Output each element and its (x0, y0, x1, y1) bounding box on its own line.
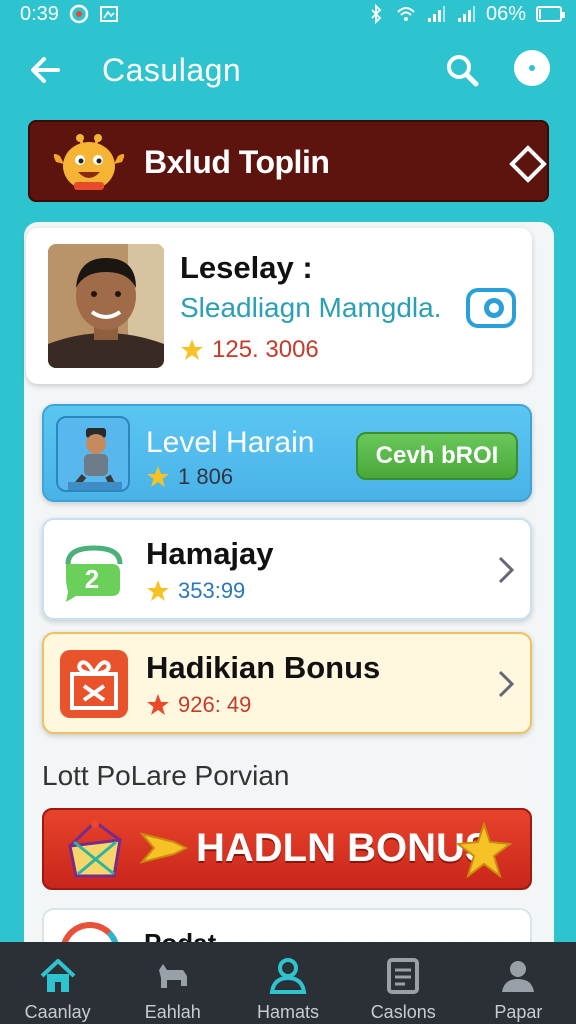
chat-badge-icon: 2 (65, 545, 123, 602)
bluetooth-icon (371, 4, 382, 24)
list-item-value-text: 926: 49 (178, 692, 252, 717)
list-item-value: 926: 49 (146, 692, 251, 718)
people-icon (269, 958, 307, 994)
app-bar: Casulagn (0, 38, 576, 102)
chevron-right-icon (498, 670, 515, 698)
nav-item-home[interactable]: Caanlay (0, 942, 115, 1024)
signal-icon (427, 6, 445, 22)
level-card[interactable]: Level Harain 1 806 Cevh bROI (42, 404, 532, 502)
star-icon (140, 832, 188, 864)
notification-icon (69, 4, 89, 24)
chevron-right-icon (498, 556, 515, 584)
battery-percent: 06% (485, 2, 526, 25)
toggle-icon[interactable] (466, 288, 516, 328)
back-arrow-icon[interactable] (26, 50, 66, 90)
nav-label: Eahlah (144, 1002, 201, 1022)
top-banner[interactable]: Bxlud Toplin (28, 120, 549, 202)
profile-menu-button[interactable] (514, 50, 550, 86)
level-title: Level Harain (146, 426, 315, 459)
star-icon (456, 822, 512, 878)
avatar (48, 244, 164, 368)
svg-text:2: 2 (85, 564, 99, 594)
bonus-banner-text: HADLN BONUS (196, 826, 492, 870)
mascot-icon (53, 134, 125, 190)
status-time: 0:39 (20, 2, 59, 25)
nav-label: Hamats (257, 1002, 320, 1022)
nav-item-eahlah[interactable]: Eahlah (115, 942, 230, 1024)
list-item-value-text: 353:99 (178, 578, 246, 603)
home-icon (40, 959, 75, 992)
list-item-title: Hadikian Bonus (146, 650, 381, 685)
claim-button[interactable]: Cevh bROI (356, 432, 518, 480)
profile-card[interactable]: Leselay : Sleadliagn Mamgdla. 125. 3006 (26, 228, 532, 384)
section-heading: Lott PoLare Porvian (42, 760, 290, 791)
star-icon (147, 466, 169, 487)
status-left: 0:39 (20, 3, 119, 26)
level-thumbnail (56, 416, 130, 492)
battery-icon (536, 6, 565, 22)
bottom-nav: Caanlay Eahlah Hamats Caslons Papar (0, 942, 576, 1024)
level-value: 1 806 (146, 464, 233, 490)
nav-item-caslons[interactable]: Caslons (346, 942, 461, 1024)
star-icon (147, 694, 169, 715)
nav-item-papar[interactable]: Papar (461, 942, 576, 1024)
profile-subtitle: Sleadliagn Mamgdla. (180, 292, 442, 323)
star-icon (181, 339, 203, 360)
nav-label: Caslons (370, 1002, 436, 1022)
star-icon (147, 580, 169, 601)
user-icon (502, 961, 535, 992)
nav-label: Caanlay (24, 1002, 91, 1022)
status-bar: 0:39 06% (0, 0, 576, 28)
diamond-icon[interactable] (508, 144, 548, 184)
list-item-hamajay[interactable]: 2 Hamajay 353:99 (42, 518, 532, 620)
list-item-bonus[interactable]: Hadikian Bonus 926: 49 (42, 632, 532, 734)
wifi-icon (397, 7, 415, 21)
bull-icon (158, 964, 187, 988)
page-title: Casulagn (102, 52, 242, 88)
document-icon (387, 958, 420, 994)
banner-title: Bxlud Toplin (144, 144, 330, 180)
list-item-value: 353:99 (146, 578, 245, 604)
signal-icon (457, 6, 475, 22)
level-value-text: 1 806 (178, 464, 234, 489)
status-right: 06% (366, 2, 565, 26)
profile-points-value: 125. 3006 (212, 336, 319, 363)
image-icon (99, 6, 118, 22)
search-icon[interactable] (442, 50, 482, 90)
bonus-banner[interactable]: HADLN BONUS (42, 808, 532, 890)
nav-item-hamats[interactable]: Hamats (230, 942, 345, 1024)
profile-points: 125. 3006 (180, 336, 319, 364)
nav-label: Papar (494, 1002, 543, 1022)
gift-box-icon (68, 820, 122, 878)
gift-icon (60, 650, 128, 718)
list-item-title: Hamajay (146, 536, 274, 571)
profile-name: Leselay : (180, 250, 313, 285)
